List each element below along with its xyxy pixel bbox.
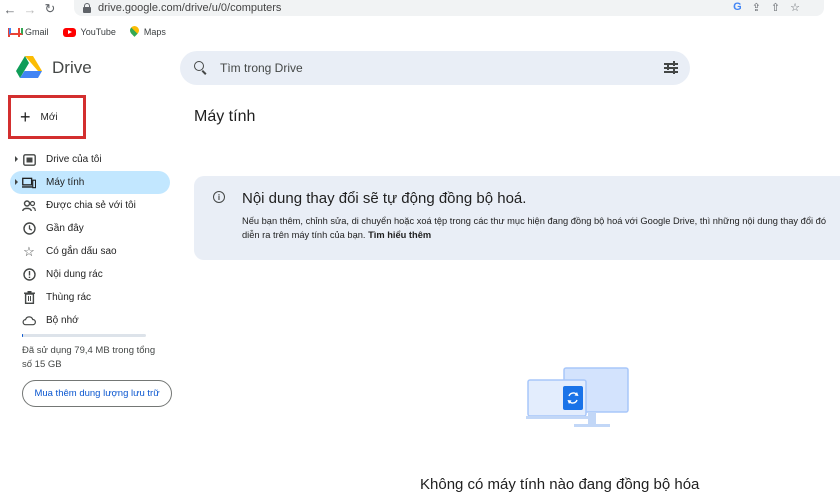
sidebar-item-recent[interactable]: Gần đây [10,217,170,240]
new-button-label: Mới [40,111,58,123]
bookmark-label: Gmail [25,27,49,37]
expand-arrow-icon[interactable] [15,179,18,185]
sidebar-item-computers[interactable]: Máy tính [10,171,170,194]
search-input[interactable]: Tìm trong Drive [220,61,303,75]
sidebar-item-label: Gần đây [46,223,84,234]
bookmark-maps[interactable]: Maps [130,26,166,38]
sidebar-item-label: Thùng rác [46,292,92,303]
app-name: Drive [52,57,92,77]
forward-icon[interactable]: → [20,0,40,18]
sync-info-banner: i Nội dung thay đổi sẽ tự động đồng bộ h… [194,176,840,260]
trash-icon [22,291,36,305]
sidebar-item-label: Có gắn dấu sao [46,246,117,257]
clock-icon [22,222,36,236]
url-text: drive.google.com/drive/u/0/computers [98,2,282,14]
plus-icon: + [20,107,31,127]
sidebar-item-storage[interactable]: Bộ nhớ [10,309,170,332]
spam-icon [22,268,36,282]
back-icon[interactable]: ← [0,0,20,18]
star-icon: ☆ [23,243,35,259]
address-bar[interactable]: drive.google.com/drive/u/0/computers G ⇪… [74,0,824,16]
bookmarks-bar: Gmail YouTube Maps [0,22,166,42]
computer-icon [22,176,36,190]
browser-toolbar: ← → ↻ drive.google.com/drive/u/0/compute… [0,0,840,18]
bookmark-star-icon[interactable]: ☆ [790,1,800,14]
shared-icon [22,199,36,213]
search-icon[interactable] [194,61,208,75]
bookmark-gmail[interactable]: Gmail [8,27,49,37]
sidebar-item-label: Bộ nhớ [46,315,79,326]
sidebar-item-label: Nội dung rác [46,269,103,280]
bookmark-youtube[interactable]: YouTube [62,27,116,37]
bookmark-label: Maps [143,27,166,37]
drive-logo-icon [16,56,42,78]
search-bar[interactable]: Tìm trong Drive [180,51,690,85]
page-title: Máy tính [194,108,256,125]
new-button[interactable]: + Mới [8,95,86,139]
bookmark-label: YouTube [80,27,116,37]
reload-icon[interactable]: ↻ [40,0,60,18]
storage-usage-text: Đã sử dụng 79,4 MB trong tổng số 15 GB [22,345,156,370]
expand-arrow-icon[interactable] [15,156,18,162]
sidebar-item-starred[interactable]: ☆ Có gắn dấu sao [10,240,170,263]
computers-illustration [526,367,629,427]
main-content: Máy tính i Nội dung thay đổi sẽ tự động … [180,94,840,500]
storage-usage-fill [22,334,24,337]
banner-line-2: diễn ra trên máy tính của bạn. [242,230,366,240]
empty-state-text: Không có máy tính nào đang đồng bộ hóa [420,476,700,493]
banner-title: Nội dung thay đổi sẽ tự động đồng bộ hoá… [242,190,527,207]
sidebar-item-label: Máy tính [46,177,85,188]
sidebar-nav: Drive của tôi Máy tính Được chia sẻ với … [10,148,170,332]
save-page-icon[interactable]: ⇪ [752,1,761,14]
gmail-icon [8,27,20,37]
buy-storage-button[interactable]: Mua thêm dung lượng lưu trữ [22,380,172,407]
learn-more-link[interactable]: Tìm hiểu thêm [368,230,431,240]
drive-logo[interactable]: Drive [16,56,92,79]
banner-line-1: Nếu bạn thêm, chỉnh sửa, di chuyển hoặc … [242,216,826,226]
info-icon: i [213,191,225,203]
sidebar-item-my-drive[interactable]: Drive của tôi [10,148,170,171]
maps-icon [130,26,139,38]
sidebar-item-shared[interactable]: Được chia sẻ với tôi [10,194,170,217]
sidebar-item-spam[interactable]: Nội dung rác [10,263,170,286]
youtube-icon [62,27,76,37]
search-options-icon[interactable] [664,61,678,74]
banner-body: Nếu bạn thêm, chỉnh sửa, di chuyển hoặc … [242,214,840,242]
google-icon[interactable]: G [733,1,742,14]
lock-icon [82,3,92,13]
storage-usage-bar [22,334,146,337]
cloud-icon [22,314,36,328]
sidebar-item-label: Drive của tôi [46,154,102,165]
sidebar-item-trash[interactable]: Thùng rác [10,286,170,309]
sidebar-item-label: Được chia sẻ với tôi [46,200,136,211]
my-drive-icon [22,153,36,167]
share-icon[interactable]: ⇧ [771,1,780,14]
